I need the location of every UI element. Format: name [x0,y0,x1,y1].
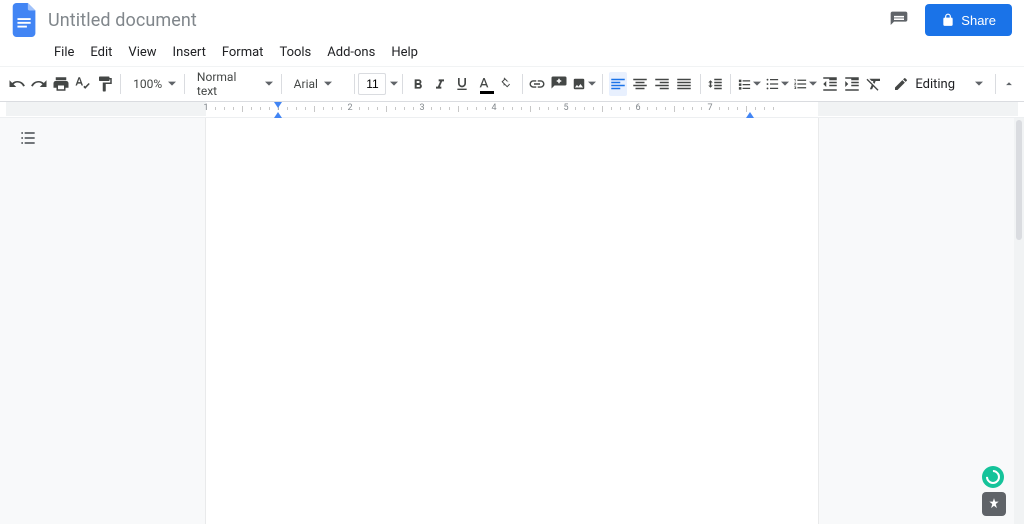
header: Untitled document Share [0,0,1024,40]
align-right-button[interactable] [653,72,671,96]
clear-formatting-button[interactable] [865,72,883,96]
pencil-icon [893,76,909,92]
editing-mode-label: Editing [915,77,955,92]
text-color-swatch [480,91,494,94]
line-spacing-button[interactable] [706,72,724,96]
caret-down-icon [324,77,332,91]
caret-down-icon [390,77,398,92]
vertical-scrollbar[interactable] [1014,118,1024,524]
menu-edit[interactable]: Edit [83,43,119,62]
highlight-button[interactable] [497,72,515,96]
caret-down-icon [753,77,761,92]
document-title[interactable]: Untitled document [48,10,197,31]
align-left-button[interactable] [609,72,627,96]
redo-button[interactable] [30,72,48,96]
scrollbar-thumb[interactable] [1016,120,1022,240]
comment-history-button[interactable] [883,4,915,36]
share-button[interactable]: Share [925,4,1012,36]
menu-format[interactable]: Format [215,43,271,62]
underline-button[interactable] [453,72,471,96]
menu-addons[interactable]: Add-ons [320,43,382,62]
increase-indent-button[interactable] [843,72,861,96]
caret-down-icon [809,77,817,92]
lock-icon [941,13,955,27]
insert-comment-button[interactable] [550,72,568,96]
caret-down-icon [168,77,176,91]
insert-link-button[interactable] [528,72,546,96]
bold-button[interactable] [409,72,427,96]
font-size-control[interactable] [358,73,398,95]
zoom-select[interactable]: 100% [125,72,180,96]
insert-image-button[interactable] [572,72,596,96]
caret-down-icon [588,77,596,92]
font-select[interactable]: Arial [286,72,350,96]
menu-help[interactable]: Help [384,43,425,62]
share-label: Share [961,13,996,28]
first-line-indent-marker[interactable] [274,102,282,108]
editing-mode-button[interactable]: Editing [885,70,991,98]
document-canvas[interactable] [0,118,1024,524]
undo-button[interactable] [8,72,26,96]
menu-tools[interactable]: Tools [272,43,318,62]
zoom-value: 100% [133,77,162,91]
align-center-button[interactable] [631,72,649,96]
docs-logo[interactable] [12,3,38,37]
text-color-button[interactable] [475,72,493,96]
spellcheck-button[interactable] [74,72,92,96]
italic-button[interactable] [431,72,449,96]
menu-insert[interactable]: Insert [166,43,213,62]
decrease-indent-button[interactable] [821,72,839,96]
font-size-input[interactable] [358,73,386,95]
collapse-toolbar-button[interactable] [1000,72,1018,96]
caret-down-icon [975,77,983,92]
paragraph-style-select[interactable]: Normal text [189,72,277,96]
caret-down-icon [781,77,789,92]
document-page[interactable] [206,118,818,524]
explore-button[interactable] [982,492,1006,516]
paint-format-button[interactable] [96,72,114,96]
paragraph-style-value: Normal text [197,70,259,98]
caret-down-icon [265,77,273,91]
checklist-button[interactable] [737,72,761,96]
ruler[interactable]: 11234567 [0,102,1024,118]
menu-view[interactable]: View [121,43,163,62]
grammarly-badge[interactable] [982,466,1004,488]
numbered-list-button[interactable] [793,72,817,96]
show-outline-button[interactable] [16,126,40,150]
align-justify-button[interactable] [675,72,693,96]
toolbar: 100% Normal text Arial Editing [0,66,1024,102]
print-button[interactable] [52,72,70,96]
font-value: Arial [294,77,318,91]
bulleted-list-button[interactable] [765,72,789,96]
menu-file[interactable]: File [47,43,81,62]
menubar: File Edit View Insert Format Tools Add-o… [0,40,1024,64]
